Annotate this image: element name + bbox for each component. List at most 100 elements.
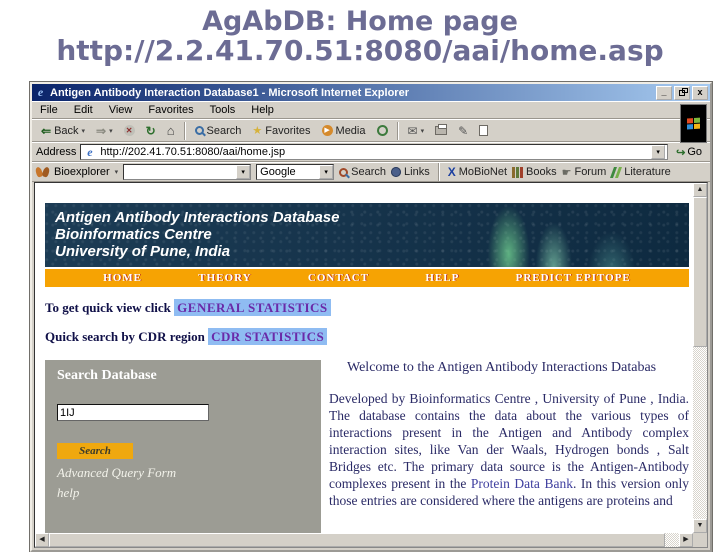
vertical-scroll-thumb[interactable] — [693, 197, 707, 347]
search-button[interactable]: Search — [190, 122, 247, 140]
forward-dropdown-icon[interactable]: ▾ — [109, 127, 113, 135]
discuss-button[interactable] — [474, 122, 493, 139]
literature-label: Literature — [624, 166, 671, 178]
general-statistics-link[interactable]: GENERAL STATISTICS — [174, 299, 331, 316]
quick-view-text: To get quick view click — [45, 300, 171, 315]
history-button[interactable] — [372, 122, 393, 139]
menu-file[interactable]: File — [40, 104, 58, 116]
toolbar-separator — [183, 121, 186, 140]
restore-icon-back — [682, 87, 688, 93]
go-arrow-icon: ↪ — [676, 146, 686, 159]
bioexplorer-searchbox[interactable]: ▾ — [123, 164, 252, 180]
slide-heading: AgAbDB: Home page http://2.2.41.70.51:80… — [0, 0, 720, 66]
menu-help[interactable]: Help — [251, 104, 274, 116]
restore-button[interactable] — [674, 85, 690, 100]
welcome-paragraph: Developed by Bioinformatics Centre , Uni… — [329, 390, 689, 509]
welcome-column: Welcome to the Antigen Antibody Interact… — [321, 360, 689, 533]
help-link[interactable]: help — [57, 485, 309, 501]
print-icon — [435, 124, 448, 135]
mail-button[interactable]: ✉ ▾ — [403, 121, 430, 141]
print-button[interactable] — [430, 123, 452, 138]
standard-toolbar: ⇐ Back ▾ ⇒ ▾ ✕ ↻ ⌂ Search ★ Favorites ▶ … — [32, 119, 710, 142]
links-button[interactable]: Links — [391, 166, 430, 178]
history-clock-icon — [376, 125, 388, 136]
site-navbar: HOME THEORY CONTACT HELP PREDICT EPITOPE — [45, 269, 689, 287]
nav-home[interactable]: HOME — [103, 272, 142, 284]
menu-edit[interactable]: Edit — [74, 104, 93, 116]
go-label: Go — [687, 146, 702, 158]
horizontal-scrollbar[interactable]: ◀ ▶ — [35, 533, 693, 547]
menu-tools[interactable]: Tools — [210, 104, 236, 116]
scroll-down-button[interactable]: ▼ — [693, 519, 707, 533]
pdb-search-input[interactable] — [57, 404, 209, 421]
windows-flag-icon — [686, 117, 701, 130]
nav-contact[interactable]: CONTACT — [308, 272, 369, 284]
books-button[interactable]: Books — [512, 166, 557, 178]
back-button[interactable]: ⇐ Back ▾ — [36, 122, 90, 140]
home-icon: ⌂ — [166, 123, 175, 138]
literature-button[interactable]: Literature — [611, 166, 670, 178]
address-dropdown-icon[interactable]: ▾ — [651, 145, 666, 159]
menu-view[interactable]: View — [109, 104, 133, 116]
nav-theory[interactable]: THEORY — [198, 272, 251, 284]
edit-button[interactable]: ✎ — [453, 121, 473, 141]
literature-icon — [611, 167, 621, 178]
media-icon: ▶ — [321, 125, 333, 136]
searchbox-dropdown-icon[interactable]: ▾ — [236, 165, 251, 179]
address-label: Address — [36, 146, 77, 158]
advanced-query-link[interactable]: Advanced Query Form — [57, 465, 309, 481]
links-globe-icon — [391, 167, 402, 177]
books-label: Books — [526, 166, 557, 178]
back-dropdown-icon[interactable]: ▾ — [82, 127, 86, 135]
mail-dropdown-icon[interactable]: ▾ — [421, 127, 425, 135]
page-icon: e — [87, 144, 93, 159]
home-button[interactable]: ⌂ — [162, 120, 180, 141]
browser-window: e Antigen Antibody Interaction Database1… — [30, 82, 712, 552]
menu-favorites[interactable]: Favorites — [148, 104, 193, 116]
back-arrow-icon: ⇐ — [41, 123, 52, 138]
address-url: http://202.41.70.51:8080/aai/home.jsp — [100, 146, 286, 158]
address-input[interactable]: e http://202.41.70.51:8080/aai/home.jsp … — [80, 144, 669, 160]
window-title: Antigen Antibody Interaction Database1 -… — [50, 86, 409, 99]
forward-button[interactable]: ⇒ ▾ — [91, 122, 118, 140]
quick-search-text: Quick search by CDR region — [45, 329, 205, 344]
mobionet-label: MoBioNet — [458, 166, 508, 178]
forum-button[interactable]: ☛ Forum — [562, 166, 607, 179]
stop-button[interactable]: ✕ — [119, 122, 140, 139]
go-button[interactable]: ↪ Go — [672, 146, 706, 159]
vertical-scrollbar[interactable]: ▲ ▼ — [693, 183, 707, 533]
biobar-separator — [437, 163, 440, 181]
bio-search-button[interactable]: Search — [339, 166, 386, 178]
google-dropdown-icon[interactable]: ▾ — [319, 165, 334, 179]
refresh-icon: ↻ — [145, 123, 156, 138]
forum-label: Forum — [574, 166, 607, 178]
favorites-button[interactable]: ★ Favorites — [247, 121, 315, 140]
forum-hand-icon: ☛ — [561, 166, 572, 179]
scroll-left-button[interactable]: ◀ — [35, 533, 49, 547]
butterfly-icon — [36, 167, 49, 177]
bioexplorer-dropdown-icon[interactable]: ▾ — [115, 168, 119, 176]
bioexplorer-toolbar: Bioexplorer ▾ ▾ Google ▾ Search Links X … — [32, 162, 710, 182]
protein-data-bank-link[interactable]: Protein Data Bank — [471, 476, 573, 491]
db-search-button[interactable]: Search — [57, 443, 133, 459]
scroll-right-button[interactable]: ▶ — [679, 533, 693, 547]
cdr-statistics-link[interactable]: CDR STATISTICS — [208, 328, 328, 345]
nav-predict-epitope[interactable]: PREDICT EPITOPE — [516, 272, 631, 284]
scroll-up-button[interactable]: ▲ — [693, 183, 707, 197]
horizontal-scroll-thumb[interactable] — [49, 533, 665, 547]
refresh-button[interactable]: ↻ — [141, 121, 161, 141]
minimize-button[interactable]: _ — [656, 85, 672, 100]
media-button[interactable]: ▶ Media — [317, 122, 371, 140]
nav-help[interactable]: HELP — [425, 272, 459, 284]
ie-throbber — [680, 104, 707, 143]
mobionet-button[interactable]: X MoBioNet — [448, 166, 507, 178]
close-button[interactable]: x — [692, 85, 708, 100]
stop-icon: ✕ — [123, 125, 135, 136]
bioexplorer-menu[interactable]: Bioexplorer — [54, 166, 110, 178]
discuss-icon — [479, 125, 489, 136]
google-combobox[interactable]: Google ▾ — [256, 164, 335, 180]
bio-search-label: Search — [351, 166, 387, 178]
address-bar: Address e http://202.41.70.51:8080/aai/h… — [32, 142, 710, 162]
edit-pencil-icon: ✎ — [458, 123, 469, 138]
title-bar[interactable]: e Antigen Antibody Interaction Database1… — [32, 84, 710, 101]
